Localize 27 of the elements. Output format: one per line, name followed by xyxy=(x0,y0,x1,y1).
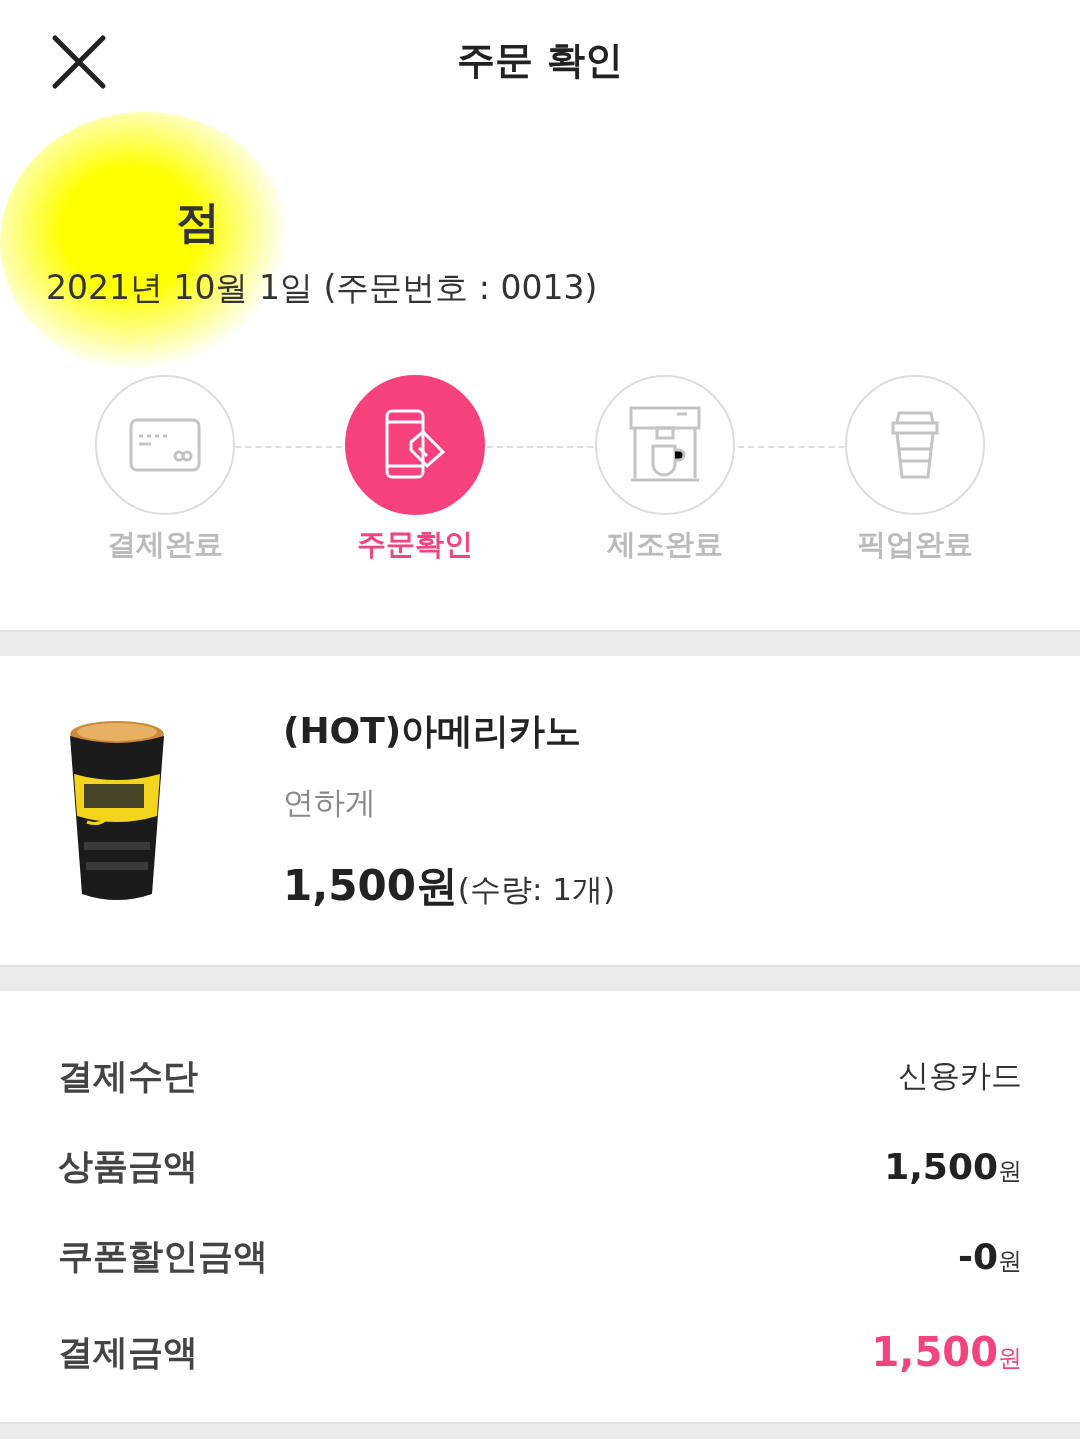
cup-icon xyxy=(889,409,941,481)
order-date: 2021년 10월 1일 (주문번호 : 0013) xyxy=(46,267,599,309)
product-price: 1,500원 xyxy=(283,860,458,912)
currency-unit: 원 xyxy=(998,1343,1022,1374)
step-label: 픽업완료 xyxy=(857,526,973,563)
summary-amount: 1,500 xyxy=(884,1145,998,1187)
summary-label: 결제수단 xyxy=(58,1054,198,1098)
step-label: 주문확인 xyxy=(357,526,473,563)
currency-unit: 원 xyxy=(998,1245,1022,1277)
card-icon xyxy=(129,418,201,472)
coffee-machine-icon xyxy=(629,406,701,484)
product-quantity: (수량: 1개) xyxy=(457,870,616,909)
summary-label: 결제금액 xyxy=(58,1330,198,1374)
phone-icon xyxy=(383,408,447,482)
product-option: 연하게 xyxy=(283,782,616,824)
summary-amount: -0 xyxy=(958,1235,998,1277)
store-name: 점 xyxy=(176,194,220,249)
summary-value: 신용카드 xyxy=(898,1056,1022,1095)
step-label: 제조완료 xyxy=(607,526,723,563)
close-button[interactable] xyxy=(51,34,107,90)
product-name: (HOT)아메리카노 xyxy=(283,709,583,753)
summary-label: 상품금액 xyxy=(58,1144,198,1188)
step-label: 결제완료 xyxy=(107,526,223,563)
summary-label: 쿠폰할인금액 xyxy=(58,1234,268,1278)
currency-unit: 원 xyxy=(998,1155,1022,1187)
summary-amount: 1,500 xyxy=(871,1329,998,1375)
page-title: 주문 확인 xyxy=(457,36,623,84)
